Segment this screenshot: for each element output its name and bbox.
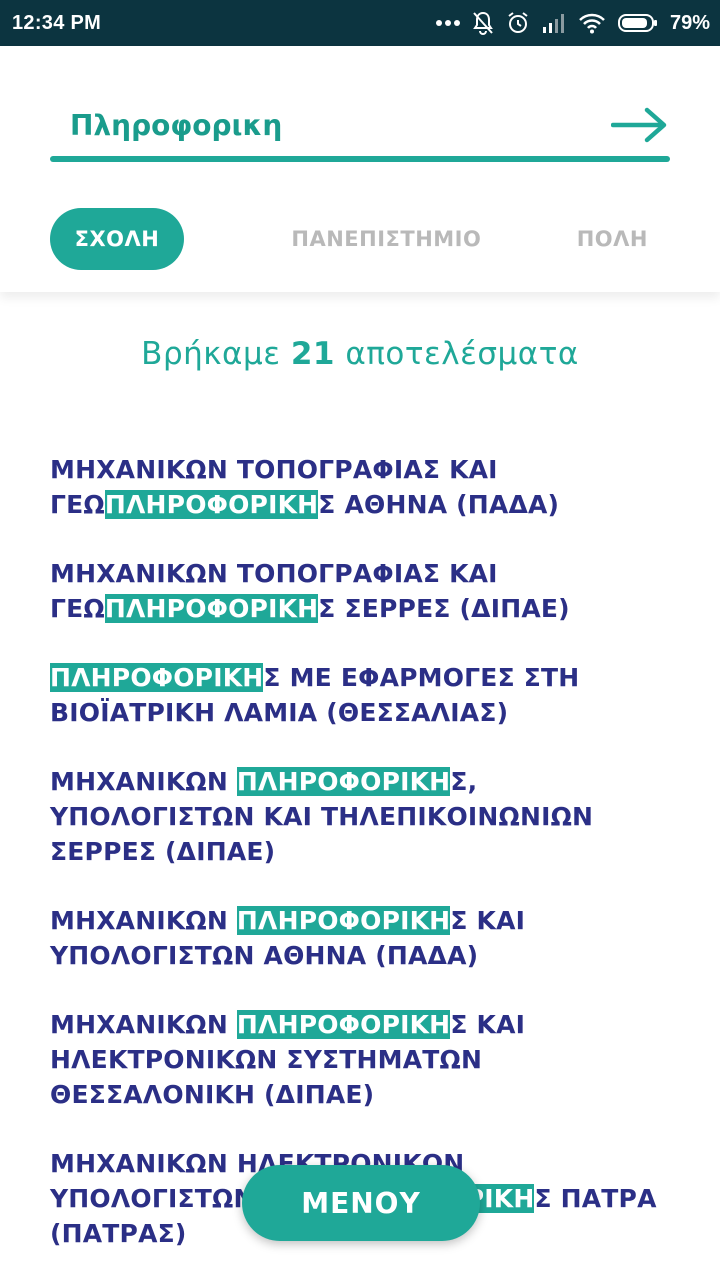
result-item[interactable]: ΜΗΧΑΝΙΚΩΝ ΤΟΠΟΓΡΑΦΙΑΣ ΚΑΙ ΓΕΩΠΛΗΡΟΦΟΡΙΚΗ… bbox=[50, 452, 670, 522]
alarm-icon bbox=[506, 11, 530, 35]
filter-university[interactable]: ΠΑΝΕΠΙΣΤΗΜΙΟ bbox=[291, 208, 481, 270]
filter-city[interactable]: ΠΟΛΗ bbox=[577, 208, 648, 270]
battery-percent: 79% bbox=[669, 11, 710, 34]
result-match-highlight: ΠΛΗΡΟΦΟΡΙΚΗ bbox=[104, 594, 319, 623]
status-icons: 79% bbox=[435, 11, 710, 35]
wifi-icon bbox=[578, 12, 606, 34]
search-underline bbox=[50, 156, 670, 162]
results-prefix: Βρήκαμε bbox=[141, 336, 281, 372]
arrow-right-icon[interactable] bbox=[610, 105, 670, 145]
result-list: ΜΗΧΑΝΙΚΩΝ ΤΟΠΟΓΡΑΦΙΑΣ ΚΑΙ ΓΕΩΠΛΗΡΟΦΟΡΙΚΗ… bbox=[50, 452, 670, 1285]
result-text: ΜΗΧΑΝΙΚΩΝ bbox=[50, 906, 237, 935]
search-row bbox=[52, 98, 670, 152]
result-match-highlight: ΠΛΗΡΟΦΟΡΙΚΗ bbox=[236, 767, 451, 796]
result-match-highlight: ΠΛΗΡΟΦΟΡΙΚΗ bbox=[104, 490, 319, 519]
result-item[interactable]: ΜΗΧΑΝΙΚΩΝ ΤΟΠΟΓΡΑΦΙΑΣ ΚΑΙ ΓΕΩΠΛΗΡΟΦΟΡΙΚΗ… bbox=[50, 556, 670, 626]
notifications-off-icon bbox=[472, 11, 494, 35]
result-match-highlight: ΠΛΗΡΟΦΟΡΙΚΗ bbox=[50, 663, 264, 692]
search-input[interactable] bbox=[52, 108, 572, 142]
results-summary: Βρήκαμε 21 αποτελέσματα bbox=[0, 336, 720, 372]
status-bar: 12:34 PM 79% bbox=[0, 0, 720, 46]
menu-button[interactable]: ΜΕΝΟΥ bbox=[242, 1165, 480, 1241]
result-item[interactable]: ΜΗΧΑΝΙΚΩΝ ΠΛΗΡΟΦΟΡΙΚΗΣ ΚΑΙ ΥΠΟΛΟΓΙΣΤΩΝ Α… bbox=[50, 903, 670, 973]
result-item[interactable]: ΠΛΗΡΟΦΟΡΙΚΗΣ ΜΕ ΕΦΑΡΜΟΓΕΣ ΣΤΗ ΒΙΟΪΑΤΡΙΚΗ… bbox=[50, 660, 670, 730]
result-text: Σ ΑΘΗΝΑ (ΠΑΔΑ) bbox=[318, 490, 560, 519]
signal-icon bbox=[542, 13, 566, 33]
results-count: 21 bbox=[290, 336, 335, 372]
result-match-highlight: ΠΛΗΡΟΦΟΡΙΚΗ bbox=[236, 1010, 451, 1039]
result-text: Σ ΣΕΡΡΕΣ (ΔΙΠΑΕ) bbox=[318, 594, 570, 623]
filter-school[interactable]: ΣΧΟΛΗ bbox=[50, 208, 184, 270]
result-item[interactable]: ΜΗΧΑΝΙΚΩΝ ΠΛΗΡΟΦΟΡΙΚΗΣ ΚΑΙ ΗΛΕΚΤΡΟΝΙΚΩΝ … bbox=[50, 1007, 670, 1112]
filter-tabs: ΣΧΟΛΗ ΠΑΝΕΠΙΣΤΗΜΙΟ ΠΟΛΗ bbox=[50, 208, 670, 270]
search-panel: ΣΧΟΛΗ ΠΑΝΕΠΙΣΤΗΜΙΟ ΠΟΛΗ bbox=[0, 46, 720, 292]
result-match-highlight: ΠΛΗΡΟΦΟΡΙΚΗ bbox=[236, 906, 451, 935]
results-suffix: αποτελέσματα bbox=[345, 336, 579, 372]
result-text: ΜΗΧΑΝΙΚΩΝ bbox=[50, 767, 237, 796]
status-time: 12:34 PM bbox=[12, 11, 102, 34]
battery-icon bbox=[617, 13, 658, 33]
result-item[interactable]: ΜΗΧΑΝΙΚΩΝ ΠΛΗΡΟΦΟΡΙΚΗΣ, ΥΠΟΛΟΓΙΣΤΩΝ ΚΑΙ … bbox=[50, 764, 670, 869]
result-text: ΜΗΧΑΝΙΚΩΝ bbox=[50, 1010, 237, 1039]
more-dots-icon bbox=[435, 19, 460, 27]
